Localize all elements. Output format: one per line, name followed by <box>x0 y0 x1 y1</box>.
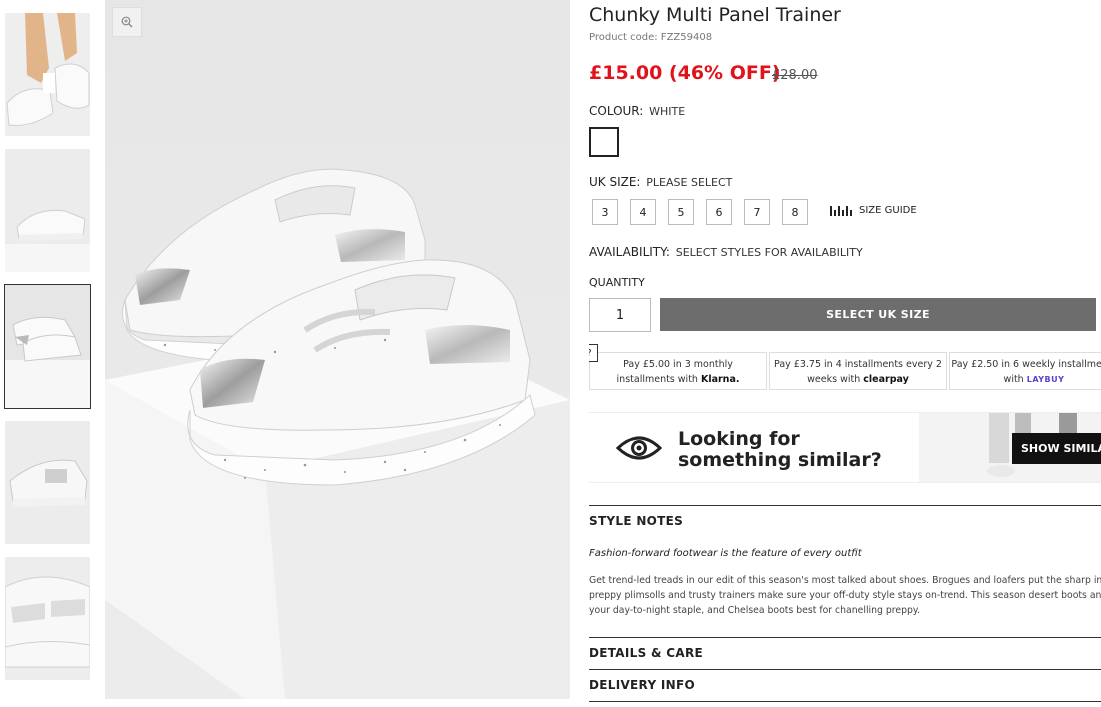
thumbnail-1[interactable] <box>5 13 90 136</box>
thumbnail-gallery <box>4 13 91 693</box>
style-notes-body: Get trend-led treads in our edit of this… <box>589 575 1101 616</box>
size-guide-link[interactable]: SIZE GUIDE <box>830 204 917 216</box>
size-label: UK SIZE: <box>589 175 641 189</box>
show-similar-banner[interactable]: Looking for something similar? SHOW SIMI… <box>589 412 1101 483</box>
availability-label: AVAILABILITY: <box>589 245 670 259</box>
divider <box>589 669 1101 670</box>
size-value: PLEASE SELECT <box>646 176 733 189</box>
laybuy-line2: with <box>1003 374 1024 385</box>
similar-line1: Looking for <box>678 428 800 450</box>
clearpay-line2: weeks with <box>807 374 861 385</box>
size-row: UK SIZE: PLEASE SELECT <box>589 175 732 189</box>
similar-line2: something similar? <box>678 449 882 471</box>
klarna-payment-option[interactable]: Pay £5.00 in 3 monthly installments with… <box>589 352 767 390</box>
thumbnail-2[interactable] <box>5 149 90 272</box>
thumbnail-1-image <box>5 13 90 136</box>
size-option-5[interactable]: 5 <box>668 199 694 225</box>
thumbnail-4-image <box>5 421 90 544</box>
style-notes-tagline: Fashion-forward footwear is the feature … <box>589 548 862 559</box>
delivery-info-heading[interactable]: DELIVERY INFO <box>589 678 695 692</box>
original-price: £28.00 <box>772 68 818 83</box>
thumbnail-5-image <box>5 557 90 680</box>
colour-row: COLOUR: WHITE <box>589 104 685 118</box>
select-size-button[interactable]: SELECT UK SIZE <box>660 298 1096 331</box>
laybuy-logo: LAYBUY <box>1026 375 1065 384</box>
thumbnail-3-image <box>5 285 90 408</box>
thumbnail-3[interactable] <box>4 284 91 409</box>
payment-help-button[interactable]: ? <box>589 344 598 362</box>
laybuy-payment-option[interactable]: Pay £2.50 in 6 weekly installments with … <box>949 352 1101 390</box>
divider <box>589 701 1101 702</box>
similar-heading: Looking for something similar? <box>678 429 882 471</box>
zoom-button[interactable] <box>112 7 142 37</box>
quantity-input[interactable]: 1 <box>589 298 651 332</box>
quantity-label: QUANTITY <box>589 276 645 289</box>
size-option-4[interactable]: 4 <box>630 199 656 225</box>
colour-value: WHITE <box>649 105 686 118</box>
ruler-icon <box>830 206 852 216</box>
size-option-7[interactable]: 7 <box>744 199 770 225</box>
style-notes-heading[interactable]: STYLE NOTES <box>589 514 683 528</box>
size-option-6[interactable]: 6 <box>706 199 732 225</box>
thumbnail-4[interactable] <box>5 421 90 544</box>
size-option-8[interactable]: 8 <box>782 199 808 225</box>
eye-icon <box>616 436 662 460</box>
availability-row: AVAILABILITY: SELECT STYLES FOR AVAILABI… <box>589 245 863 259</box>
klarna-line1: Pay £5.00 in 3 monthly <box>623 359 733 370</box>
thumbnail-2-image <box>5 149 90 272</box>
main-product-image[interactable] <box>105 0 570 699</box>
divider <box>589 505 1101 506</box>
clearpay-payment-option[interactable]: Pay £3.75 in 4 installments every 2 week… <box>769 352 947 390</box>
show-similar-button[interactable]: SHOW SIMILAR <box>1012 433 1101 464</box>
klarna-line2: installments with <box>616 374 698 385</box>
clearpay-logo: clearpay <box>863 374 909 385</box>
product-details-panel: Chunky Multi Panel Trainer Product code:… <box>589 0 1101 707</box>
availability-value: SELECT STYLES FOR AVAILABILITY <box>675 246 863 259</box>
size-options: 3 4 5 6 7 8 <box>592 199 820 225</box>
colour-swatch-white[interactable] <box>589 127 619 157</box>
divider <box>589 637 1101 638</box>
clearpay-line1: Pay £3.75 in 4 installments every 2 <box>774 359 942 370</box>
thumbnail-5[interactable] <box>5 557 90 680</box>
size-option-3[interactable]: 3 <box>592 199 618 225</box>
klarna-logo: Klarna. <box>700 374 740 385</box>
zoom-icon <box>121 16 133 28</box>
details-care-heading[interactable]: DETAILS & CARE <box>589 646 703 660</box>
product-code: Product code: FZZ59408 <box>589 32 713 43</box>
laybuy-line1: Pay £2.50 in 6 weekly installments <box>951 359 1101 370</box>
size-guide-label: SIZE GUIDE <box>859 204 917 216</box>
trainers-photo <box>105 0 570 699</box>
product-title: Chunky Multi Panel Trainer <box>589 4 841 26</box>
colour-label: COLOUR: <box>589 104 644 118</box>
sale-price: £15.00 (46% OFF) <box>589 62 781 84</box>
